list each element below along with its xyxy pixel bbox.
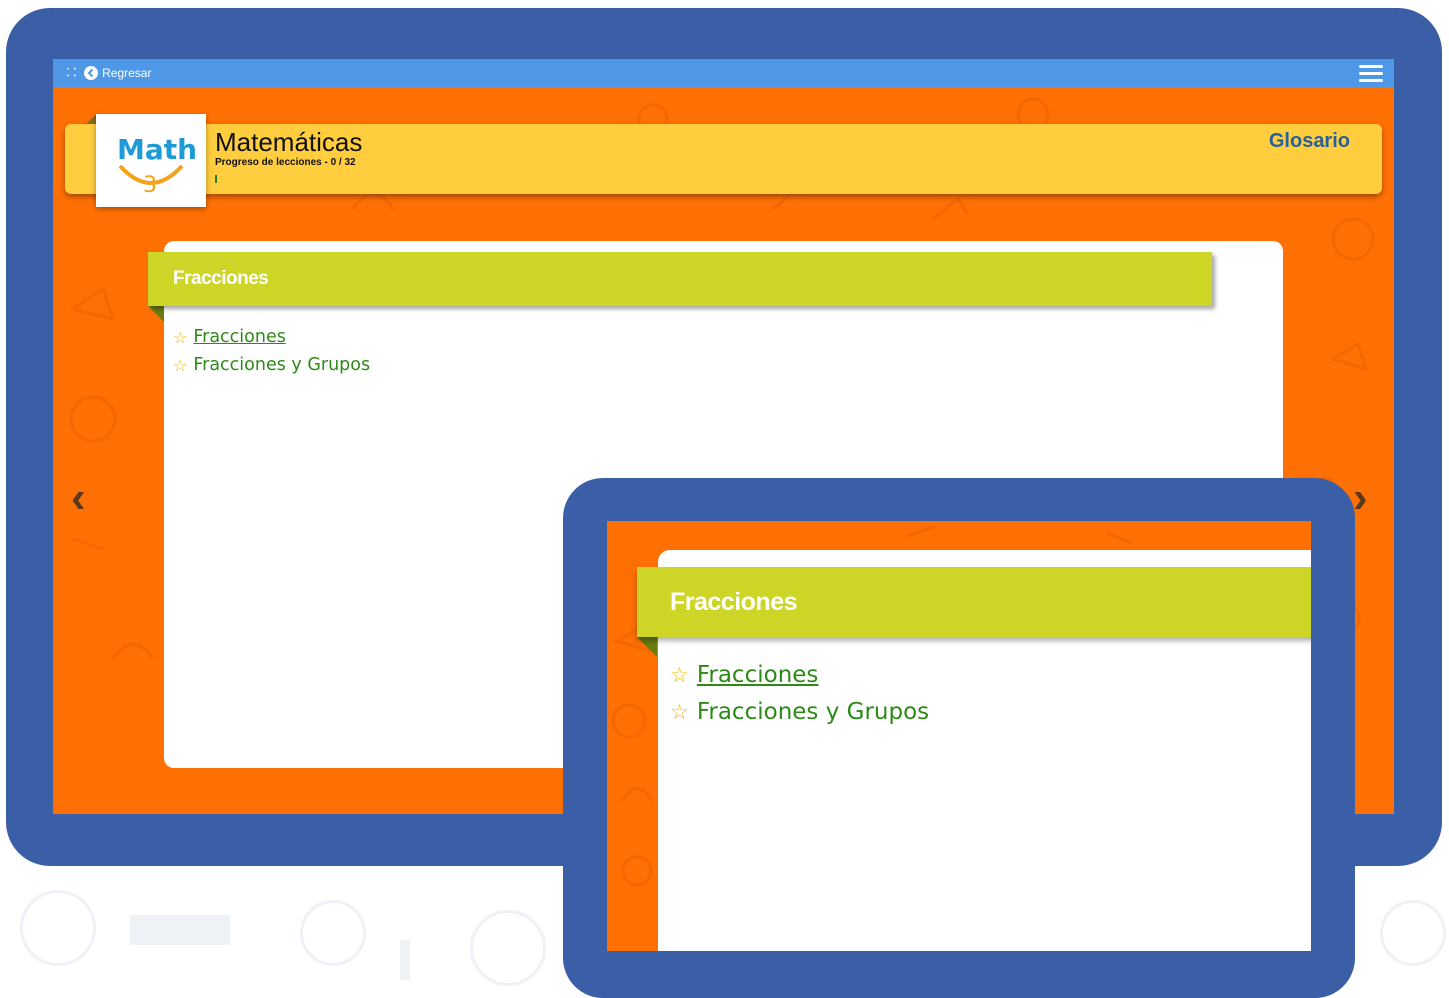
course-title: Matemáticas — [215, 127, 363, 157]
logo-fold — [86, 114, 96, 124]
zoom-unit-banner: Fracciones — [637, 567, 1311, 637]
hamburger-menu-icon[interactable] — [1359, 65, 1383, 82]
lesson-link[interactable]: Fracciones — [193, 327, 286, 347]
top-bar: ⸬ Regresar — [53, 59, 1394, 87]
lesson-link[interactable]: Fracciones — [697, 662, 819, 688]
glossary-link[interactable]: Glosario — [1269, 130, 1350, 153]
logo-text: Math — [117, 133, 197, 166]
list-item[interactable]: ☆ Fracciones y Grupos — [670, 693, 929, 730]
zoom-screen: Fracciones ☆ Fracciones ☆ Fracciones y G… — [607, 521, 1311, 951]
back-link[interactable]: Regresar — [102, 66, 151, 80]
unit-banner: Fracciones — [148, 252, 1212, 306]
back-arrow-icon[interactable] — [84, 66, 99, 80]
list-item[interactable]: ☆ Fracciones y Grupos — [173, 351, 370, 379]
progress-bar — [215, 175, 217, 183]
course-logo: Math 3 — [96, 114, 206, 207]
lesson-link[interactable]: Fracciones y Grupos — [193, 355, 370, 375]
unit-title: Fracciones — [670, 587, 798, 616]
zoom-lesson-list: ☆ Fracciones ☆ Fracciones y Grupos — [670, 656, 929, 730]
previous-arrow-icon[interactable]: ‹ — [71, 473, 86, 523]
star-outline-icon: ☆ — [173, 327, 188, 347]
next-arrow-icon[interactable]: › — [1353, 473, 1368, 523]
lesson-progress-text: Progreso de lecciones - 0 / 32 — [215, 157, 356, 168]
lesson-list: ☆ Fracciones ☆ Fracciones y Grupos — [173, 323, 370, 379]
banner-fold — [148, 306, 164, 322]
list-item[interactable]: ☆ Fracciones — [173, 323, 370, 351]
unit-title: Fracciones — [173, 268, 269, 289]
star-outline-icon: ☆ — [670, 699, 689, 724]
collapse-icon[interactable]: ⸬ — [67, 67, 76, 79]
zoom-tablet-frame: Fracciones ☆ Fracciones ☆ Fracciones y G… — [563, 478, 1355, 998]
logo-number: 3 — [143, 173, 157, 198]
list-item[interactable]: ☆ Fracciones — [670, 656, 929, 693]
banner-fold — [637, 637, 657, 657]
star-outline-icon: ☆ — [173, 355, 188, 375]
lesson-link[interactable]: Fracciones y Grupos — [697, 699, 929, 725]
star-outline-icon: ☆ — [670, 662, 689, 687]
